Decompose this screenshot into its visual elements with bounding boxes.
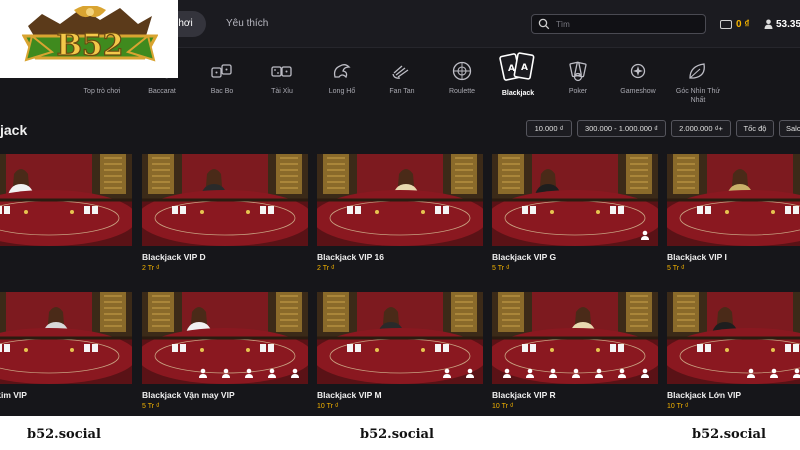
category-bac-bo[interactable]: Bac Bo — [192, 60, 252, 96]
filter-bar: 10.000 ₫ 300.000 - 1.000.000 ₫ 2.000.000… — [0, 120, 800, 137]
ace-cards-icon: A A — [499, 52, 535, 81]
category-label: Poker — [568, 88, 588, 95]
category-poker[interactable]: Poker — [548, 60, 608, 96]
hand-icon — [392, 65, 409, 79]
category-label: Gameshow — [620, 88, 656, 95]
game-title: Blackjack Lớn VIP — [667, 390, 742, 400]
game-title: Blackjack VIP D — [142, 252, 206, 262]
table-thumbnail[interactable] — [0, 292, 132, 384]
min-bet: 10 Tr ₫ — [667, 403, 689, 410]
category-label: Baccarat — [148, 88, 176, 95]
min-bet: 5 Tr ₫ — [667, 265, 685, 272]
watermark-text: b52.social — [360, 427, 434, 442]
category-tai-xiu[interactable]: Tài Xỉu — [252, 60, 312, 96]
category-label: Blackjack — [501, 90, 535, 97]
game-card[interactable]: Blackjack VIP 16 2 Tr ₫ — [317, 154, 483, 272]
game-title: Blackjack VIP R — [492, 390, 556, 400]
min-bet: 10 Tr ₫ — [317, 403, 339, 410]
category-fan-tan[interactable]: Fan Tan — [372, 60, 432, 96]
category-gameshow[interactable]: Gameshow — [608, 60, 668, 96]
min-bet: 5 Tr ₫ — [492, 265, 510, 272]
table-thumbnail[interactable] — [667, 154, 800, 246]
search-input[interactable] — [556, 17, 701, 31]
category-label: Tài Xỉu — [271, 88, 293, 95]
category-label: Fan Tan — [389, 88, 415, 95]
search-box[interactable] — [531, 14, 706, 34]
category-roulette[interactable]: Roulette — [432, 60, 492, 96]
category-label: Bac Bo — [210, 88, 234, 95]
filter-speed[interactable]: Tốc độ — [736, 120, 774, 137]
logo-text: B52 — [56, 28, 123, 63]
category-label: Roulette — [448, 88, 476, 95]
table-thumbnail[interactable] — [317, 292, 483, 384]
min-bet: 2 Tr ₫ — [317, 265, 335, 272]
filter-2m-plus[interactable]: 2.000.000 ₫+ — [671, 120, 731, 137]
min-bet: 2 Tr ₫ — [142, 265, 160, 272]
min-bet: 10 Tr ₫ — [492, 403, 514, 410]
leaf-icon — [689, 63, 705, 79]
casino-lobby: lu chơi Yêu thích 0 ₫ 53.35 — [0, 0, 800, 416]
dragon-icon — [333, 64, 351, 79]
category-blackjack[interactable]: A A Blackjack — [488, 52, 548, 98]
wallet-icon — [720, 19, 732, 29]
game-title: Blackjack Vận may VIP — [142, 390, 235, 400]
svg-text:A: A — [508, 64, 515, 74]
game-card[interactable]: Blackjack VIP R 10 Tr ₫ — [492, 292, 658, 410]
sparkle-icon — [630, 63, 646, 79]
user-count: 53.35 — [776, 18, 800, 30]
game-card[interactable]: Blackjack Vận may VIP 5 Tr ₫ — [142, 292, 308, 410]
game-title: Blackjack VIP M — [317, 390, 382, 400]
dice-icon — [211, 64, 232, 78]
game-title: k VIP 2 — [0, 252, 132, 262]
game-card[interactable]: k Bạch kim VIP — [0, 292, 132, 403]
tab-favorites[interactable]: Yêu thích — [226, 18, 268, 29]
watermark-text: b52.social — [27, 427, 101, 442]
user-icon — [764, 19, 773, 29]
roulette-icon — [452, 61, 472, 81]
category-long-ho[interactable]: Long Hổ — [312, 60, 372, 96]
table-thumbnail[interactable] — [492, 154, 658, 246]
game-title: Blackjack VIP 16 — [317, 252, 384, 262]
dice-icon — [271, 66, 292, 77]
game-card[interactable]: Blackjack VIP G 5 Tr ₫ — [492, 154, 658, 272]
category-label: Long Hổ — [328, 88, 356, 95]
wallet-balance[interactable]: 0 ₫ — [720, 16, 749, 32]
min-bet: 5 Tr ₫ — [142, 403, 160, 410]
table-thumbnail[interactable] — [0, 154, 132, 246]
table-thumbnail[interactable] — [667, 292, 800, 384]
game-title: Blackjack VIP I — [667, 252, 727, 262]
search-icon — [538, 18, 550, 30]
game-card[interactable]: k VIP 2 — [0, 154, 132, 265]
chip-cards-icon — [569, 61, 587, 82]
table-thumbnail[interactable] — [492, 292, 658, 384]
category-first-person[interactable]: Góc Nhìn Thứ Nhất — [668, 60, 728, 105]
category-label: Top trò chơi — [83, 88, 121, 95]
b52-logo[interactable]: B52 — [0, 0, 178, 78]
game-card[interactable]: Blackjack VIP I 5 Tr ₫ — [667, 154, 800, 272]
watermark-text: b52.social — [692, 427, 766, 442]
balance-value: 0 ₫ — [736, 18, 750, 30]
watermark-strip: b52.social b52.social b52.social — [0, 416, 800, 450]
game-title: Blackjack VIP G — [492, 252, 557, 262]
online-users: 53.35 — [764, 16, 800, 32]
category-label: Góc Nhìn Thứ Nhất — [675, 88, 721, 104]
table-thumbnail[interactable] — [142, 292, 308, 384]
game-card[interactable]: Blackjack VIP D 2 Tr ₫ — [142, 154, 308, 272]
filter-10k[interactable]: 10.000 ₫ — [526, 120, 572, 137]
svg-text:A: A — [521, 63, 528, 73]
game-card[interactable]: Blackjack Lớn VIP 10 Tr ₫ — [667, 292, 800, 410]
filter-salon[interactable]: Salo — [779, 120, 800, 137]
club-crown-logo-icon: B52 — [22, 6, 158, 64]
game-card[interactable]: Blackjack VIP M 10 Tr ₫ — [317, 292, 483, 410]
table-thumbnail[interactable] — [142, 154, 308, 246]
table-thumbnail[interactable] — [317, 154, 483, 246]
filter-300k-1m[interactable]: 300.000 - 1.000.000 ₫ — [577, 120, 666, 137]
game-title: k Bạch kim VIP — [0, 390, 27, 400]
